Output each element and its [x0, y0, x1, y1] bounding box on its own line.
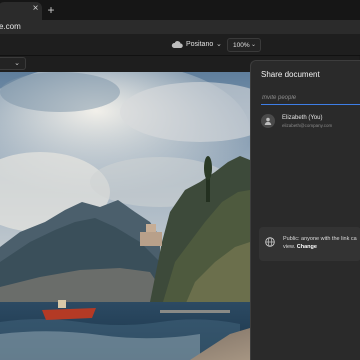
access-description: Public: anyone with the link ca [283, 236, 357, 242]
document-name[interactable]: Positano [186, 40, 213, 50]
browser-tab-strip: × + [0, 0, 360, 20]
person-icon [264, 117, 272, 125]
panel-title: Share document [261, 70, 320, 79]
chevron-down-icon[interactable]: ⌄ [216, 40, 222, 50]
cloud-icon [171, 41, 183, 48]
access-description-line2: view. Change [283, 243, 317, 251]
link-access-settings: Public: anyone with the link ca view. Ch… [259, 227, 360, 261]
share-document-panel: Share document Elizabeth (You) elizabeth… [250, 60, 360, 360]
invite-people-input[interactable] [261, 91, 360, 105]
new-tab-icon[interactable]: + [46, 4, 56, 16]
address-bar[interactable] [0, 20, 360, 34]
globe-icon [265, 237, 275, 247]
chevron-down-icon: ⌄ [14, 60, 20, 67]
avatar [261, 114, 275, 128]
change-access-link[interactable]: Change [297, 244, 317, 250]
collaborator-email: elizabeth@company.com [282, 123, 333, 128]
chevron-down-icon: ⌄ [250, 42, 256, 48]
zoom-level: 100% [233, 42, 250, 49]
collaborator-row: Elizabeth (You) elizabeth@company.com [261, 111, 360, 133]
access-prefix: view. [283, 244, 297, 250]
url-text[interactable]: e.com [0, 21, 21, 33]
collaborator-name: Elizabeth (You) [282, 115, 323, 121]
tool-select-dropdown[interactable]: ⌄ [0, 57, 26, 70]
close-tab-icon[interactable]: × [31, 4, 40, 14]
zoom-dropdown[interactable]: 100% ⌄ [227, 38, 261, 52]
